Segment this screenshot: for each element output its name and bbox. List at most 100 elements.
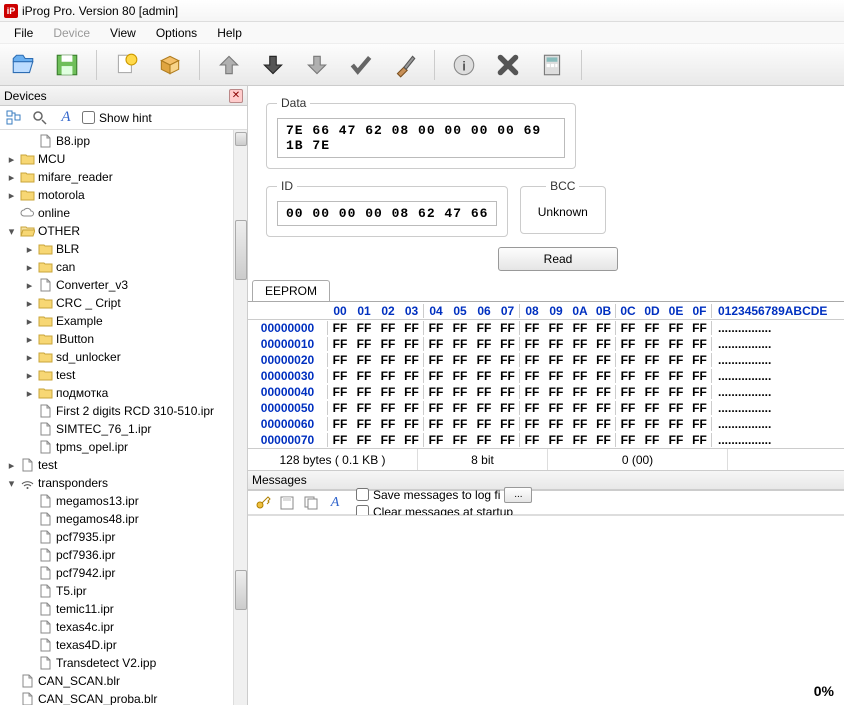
hex-row[interactable]: 00000060FFFFFFFFFFFFFFFFFFFFFFFFFFFFFFFF… — [248, 416, 844, 432]
save-log-checkbox[interactable]: Save messages to log fi ... — [356, 487, 532, 503]
tree-item[interactable]: SIMTEC_76_1.ipr — [2, 420, 247, 438]
expand-icon[interactable] — [24, 568, 35, 579]
expand-icon[interactable] — [6, 676, 17, 687]
tree-item[interactable]: First 2 digits RCD 310-510.ipr — [2, 402, 247, 420]
hex-row[interactable]: 00000050FFFFFFFFFFFFFFFFFFFFFFFFFFFFFFFF… — [248, 400, 844, 416]
tree-item[interactable]: ▸motorola — [2, 186, 247, 204]
msg-save-icon[interactable] — [278, 494, 296, 512]
scroll-thumb[interactable] — [235, 220, 247, 280]
tree-item[interactable]: ▸IButton — [2, 330, 247, 348]
msg-font-icon[interactable]: A — [326, 494, 344, 512]
tree-item[interactable]: ▸test — [2, 366, 247, 384]
tree-item[interactable]: megamos13.ipr — [2, 492, 247, 510]
expand-icon[interactable] — [24, 442, 35, 453]
tree-item[interactable]: ▸sd_unlocker — [2, 348, 247, 366]
hex-viewer[interactable]: 000102030405060708090A0B0C0D0E0F01234567… — [248, 301, 844, 448]
tree-icon[interactable] — [4, 108, 24, 128]
tree-item[interactable]: pcf7936.ipr — [2, 546, 247, 564]
tree-item[interactable]: ▸Converter_v3 — [2, 276, 247, 294]
show-hint-checkbox[interactable]: Show hint — [82, 111, 152, 125]
expand-icon[interactable]: ▸ — [24, 280, 35, 291]
expand-icon[interactable]: ▸ — [24, 262, 35, 273]
expand-icon[interactable] — [24, 604, 35, 615]
tree-item[interactable]: CAN_SCAN.blr — [2, 672, 247, 690]
hex-row[interactable]: 00000030FFFFFFFFFFFFFFFFFFFFFFFFFFFFFFFF… — [248, 368, 844, 384]
tree-scrollbar[interactable] — [233, 130, 247, 705]
expand-icon[interactable]: ▾ — [6, 478, 17, 489]
tree-item[interactable]: Transdetect V2.ipp — [2, 654, 247, 672]
tree-item[interactable]: pcf7935.ipr — [2, 528, 247, 546]
tab-eeprom[interactable]: EEPROM — [252, 280, 330, 301]
hex-row[interactable]: 00000000FFFFFFFFFFFFFFFFFFFFFFFFFFFFFFFF… — [248, 320, 844, 336]
arrow-down-icon[interactable] — [256, 48, 290, 82]
expand-icon[interactable] — [24, 658, 35, 669]
expand-icon[interactable] — [6, 208, 17, 219]
expand-icon[interactable]: ▸ — [24, 388, 35, 399]
expand-icon[interactable]: ▸ — [24, 352, 35, 363]
tree-item[interactable]: ▸mifare_reader — [2, 168, 247, 186]
hex-row[interactable]: 00000010FFFFFFFFFFFFFFFFFFFFFFFFFFFFFFFF… — [248, 336, 844, 352]
hex-row[interactable]: 00000020FFFFFFFFFFFFFFFFFFFFFFFFFFFFFFFF… — [248, 352, 844, 368]
expand-icon[interactable] — [24, 640, 35, 651]
expand-icon[interactable] — [24, 514, 35, 525]
id-value[interactable]: 00 00 00 00 08 62 47 66 — [277, 201, 497, 226]
tree-item[interactable]: texas4c.ipr — [2, 618, 247, 636]
tree-item[interactable]: temic11.ipr — [2, 600, 247, 618]
tree-item[interactable]: ▸test — [2, 456, 247, 474]
hex-row[interactable]: 00000040FFFFFFFFFFFFFFFFFFFFFFFFFFFFFFFF… — [248, 384, 844, 400]
expand-icon[interactable]: ▸ — [6, 172, 17, 183]
tree-item[interactable]: ▸can — [2, 258, 247, 276]
msg-copy-icon[interactable] — [302, 494, 320, 512]
scroll-thumb-lower[interactable] — [235, 570, 247, 610]
menu-options[interactable]: Options — [146, 24, 207, 42]
tree-item[interactable]: tpms_opel.ipr — [2, 438, 247, 456]
read-button[interactable]: Read — [498, 247, 618, 271]
package-icon[interactable] — [153, 48, 187, 82]
tree-item[interactable]: ▸CRC _ Cript — [2, 294, 247, 312]
tree-item[interactable]: ▸подмотка — [2, 384, 247, 402]
expand-icon[interactable]: ▸ — [24, 334, 35, 345]
expand-icon[interactable] — [24, 550, 35, 561]
tree-item[interactable]: CAN_SCAN_proba.blr — [2, 690, 247, 705]
expand-icon[interactable]: ▸ — [24, 316, 35, 327]
menu-device[interactable]: Device — [43, 24, 100, 42]
menu-view[interactable]: View — [100, 24, 146, 42]
data-value[interactable]: 7E 66 47 62 08 00 00 00 00 69 1B 7E — [277, 118, 565, 158]
arrow-up-icon[interactable] — [212, 48, 246, 82]
expand-icon[interactable] — [6, 694, 17, 705]
browse-button[interactable]: ... — [504, 487, 532, 503]
brush-icon[interactable] — [388, 48, 422, 82]
expand-icon[interactable]: ▸ — [24, 298, 35, 309]
tree-item[interactable]: T5.ipr — [2, 582, 247, 600]
calculator-icon[interactable] — [535, 48, 569, 82]
tree-item[interactable]: online — [2, 204, 247, 222]
tree-item[interactable]: B8.ipp — [2, 132, 247, 150]
expand-icon[interactable] — [24, 406, 35, 417]
expand-icon[interactable]: ▸ — [6, 190, 17, 201]
tree-item[interactable]: ▸BLR — [2, 240, 247, 258]
open-icon[interactable] — [6, 48, 40, 82]
expand-icon[interactable]: ▸ — [24, 370, 35, 381]
menu-file[interactable]: File — [4, 24, 43, 42]
expand-icon[interactable]: ▾ — [6, 226, 17, 237]
key-icon[interactable] — [254, 494, 272, 512]
expand-icon[interactable] — [24, 424, 35, 435]
messages-body[interactable] — [248, 515, 844, 705]
save-icon[interactable] — [50, 48, 84, 82]
close-x-icon[interactable] — [491, 48, 525, 82]
tree-item[interactable]: ▸MCU — [2, 150, 247, 168]
search-icon[interactable] — [30, 108, 50, 128]
expand-icon[interactable] — [24, 136, 35, 147]
device-tree[interactable]: B8.ipp▸MCU▸mifare_reader▸motorolaonline▾… — [0, 130, 247, 705]
scroll-up-button[interactable] — [235, 132, 247, 146]
expand-icon[interactable] — [24, 622, 35, 633]
check-icon[interactable] — [344, 48, 378, 82]
expand-icon[interactable] — [24, 496, 35, 507]
new-icon[interactable] — [109, 48, 143, 82]
expand-icon[interactable] — [24, 532, 35, 543]
expand-icon[interactable]: ▸ — [6, 460, 17, 471]
tree-item[interactable]: ▾transponders — [2, 474, 247, 492]
tree-item[interactable]: ▾OTHER — [2, 222, 247, 240]
tree-item[interactable]: ▸Example — [2, 312, 247, 330]
expand-icon[interactable] — [24, 586, 35, 597]
